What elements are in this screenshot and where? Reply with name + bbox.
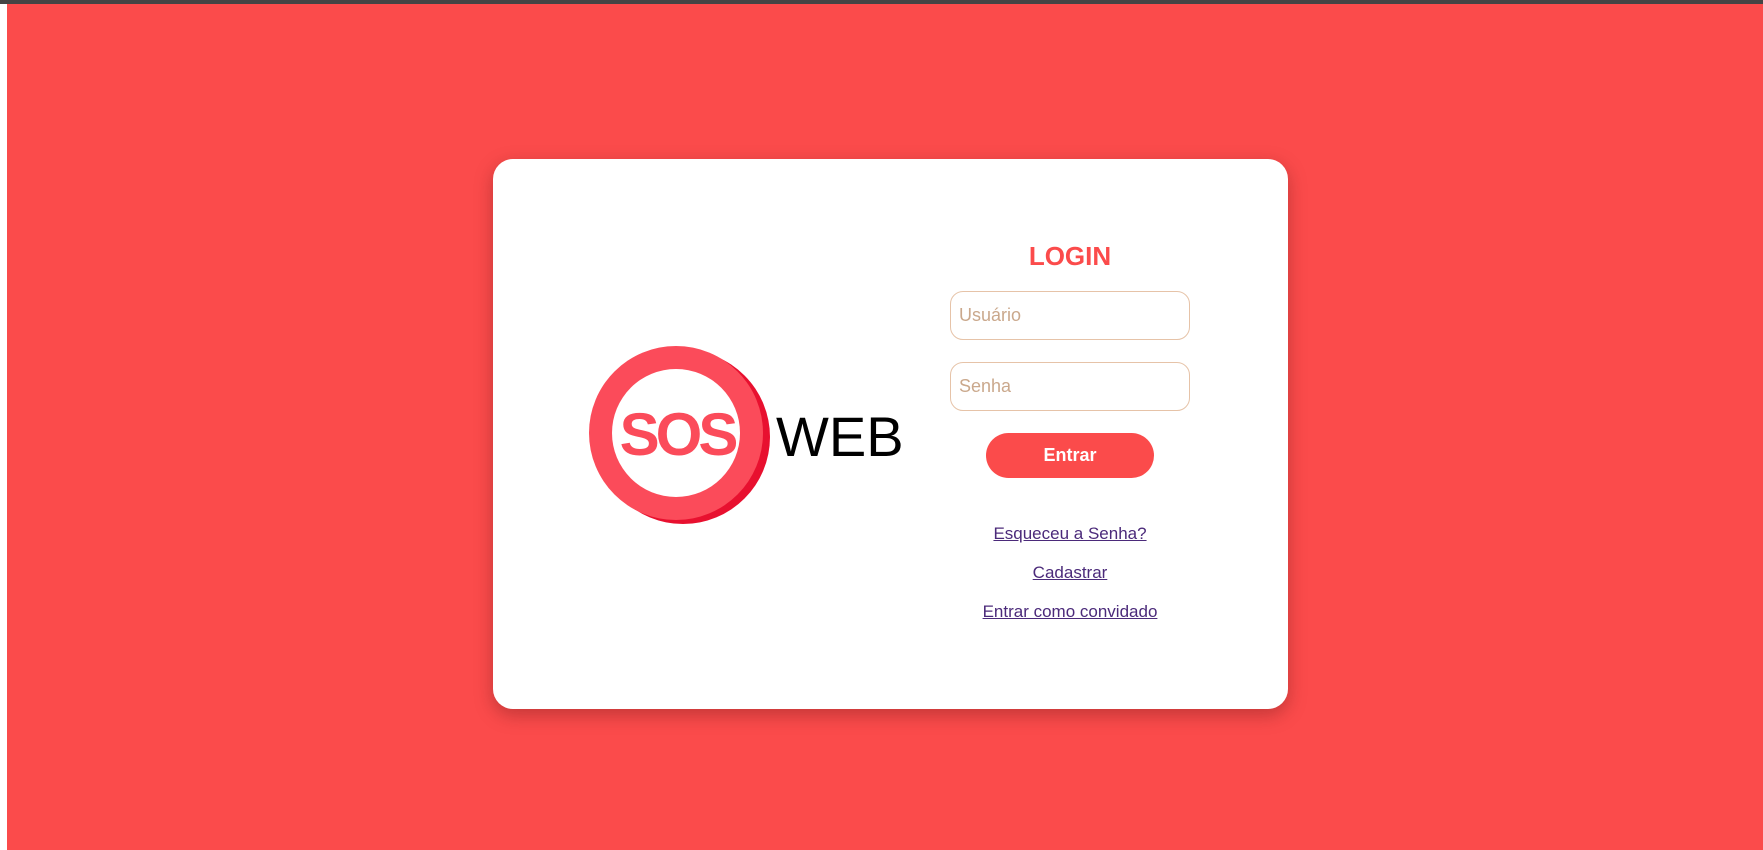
forgot-password-link[interactable]: Esqueceu a Senha?	[950, 524, 1190, 544]
username-field[interactable]	[950, 291, 1190, 340]
password-field[interactable]	[950, 362, 1190, 411]
window-left-border	[0, 4, 7, 850]
sos-web-logo-graphic: SOS WEB	[589, 346, 904, 524]
login-form: LOGIN Entrar Esqueceu a Senha? Cadastrar…	[950, 239, 1190, 641]
logo-sos-text: SOS	[620, 401, 737, 468]
logo-web-text: WEB	[776, 405, 904, 468]
login-title: LOGIN	[1028, 241, 1112, 271]
auth-links: Esqueceu a Senha? Cadastrar Entrar como …	[950, 524, 1190, 622]
guest-login-link[interactable]: Entrar como convidado	[950, 602, 1190, 622]
login-button[interactable]: Entrar	[986, 433, 1154, 478]
register-link[interactable]: Cadastrar	[950, 563, 1190, 583]
sos-web-logo: SOS WEB	[589, 345, 919, 525]
login-card: SOS WEB LOGIN Entrar Esqueceu a Senha? C…	[493, 159, 1288, 709]
